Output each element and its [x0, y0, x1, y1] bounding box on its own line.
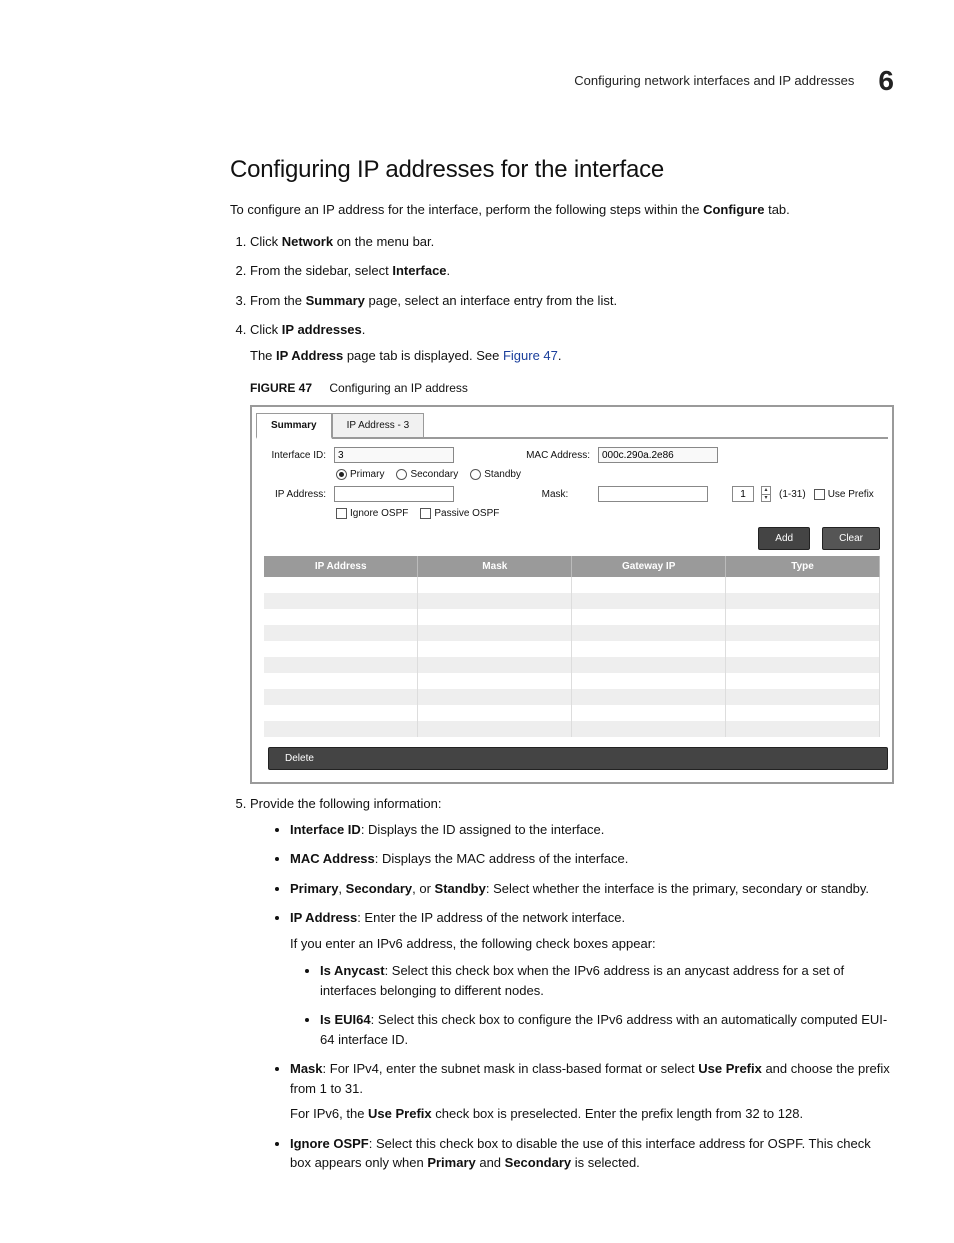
- header-text: Configuring network interfaces and IP ad…: [574, 71, 854, 91]
- table-row[interactable]: [264, 673, 880, 689]
- mac-address-field[interactable]: [598, 447, 718, 463]
- step-1: Click Network on the menu bar.: [250, 232, 894, 252]
- passive-ospf-checkbox[interactable]: Passive OSPF: [420, 506, 499, 521]
- bullet-is-anycast: Is Anycast: Select this check box when t…: [320, 961, 894, 1000]
- figure-47: Summary IP Address - 3 Interface ID: MAC…: [250, 405, 894, 784]
- bullet-interface-id: Interface ID: Displays the ID assigned t…: [290, 820, 894, 840]
- chapter-number: 6: [878, 60, 894, 102]
- figure-caption: FIGURE 47 Configuring an IP address: [250, 379, 894, 397]
- tab-ip-address[interactable]: IP Address - 3: [332, 413, 425, 437]
- step-3: From the Summary page, select an interfa…: [250, 291, 894, 311]
- col-mask: Mask: [418, 556, 572, 577]
- ignore-ospf-checkbox[interactable]: Ignore OSPF: [336, 506, 408, 521]
- table-row[interactable]: [264, 577, 880, 593]
- step-4: Click IP addresses. The IP Address page …: [250, 320, 894, 784]
- clear-button[interactable]: Clear: [822, 527, 880, 550]
- prefix-spinner-value[interactable]: [732, 486, 754, 502]
- label-ip-address: IP Address:: [266, 487, 326, 502]
- delete-button[interactable]: Delete: [268, 747, 888, 770]
- mask-field[interactable]: [598, 486, 708, 502]
- radio-secondary[interactable]: Secondary: [396, 467, 458, 482]
- add-button[interactable]: Add: [758, 527, 810, 550]
- radio-primary[interactable]: Primary: [336, 467, 384, 482]
- info-bullets: Interface ID: Displays the ID assigned t…: [250, 820, 894, 1173]
- col-gateway: Gateway IP: [572, 556, 726, 577]
- col-ip: IP Address: [264, 556, 418, 577]
- table-row[interactable]: [264, 657, 880, 673]
- label-mac-address: MAC Address:: [520, 448, 590, 463]
- radio-standby[interactable]: Standby: [470, 467, 521, 482]
- table-row[interactable]: [264, 593, 880, 609]
- table-row[interactable]: [264, 705, 880, 721]
- step-2: From the sidebar, select Interface.: [250, 261, 894, 281]
- table-row[interactable]: [264, 689, 880, 705]
- bullet-ip-address: IP Address: Enter the IP address of the …: [290, 908, 894, 1049]
- tab-summary[interactable]: Summary: [256, 413, 332, 439]
- interface-id-field[interactable]: [334, 447, 454, 463]
- bullet-mac-address: MAC Address: Displays the MAC address of…: [290, 849, 894, 869]
- bullet-mask: Mask: For IPv4, enter the subnet mask in…: [290, 1059, 894, 1124]
- prefix-spinner[interactable]: ▴▾: [761, 486, 771, 502]
- table-row[interactable]: [264, 625, 880, 641]
- bullet-is-eui64: Is EUI64: Select this check box to confi…: [320, 1010, 894, 1049]
- ip-table: IP Address Mask Gateway IP Type: [264, 556, 880, 737]
- table-row[interactable]: [264, 721, 880, 737]
- running-header: Configuring network interfaces and IP ad…: [60, 60, 894, 102]
- bullet-primary-secondary-standby: Primary, Secondary, or Standby: Select w…: [290, 879, 894, 899]
- step-5: Provide the following information: Inter…: [250, 794, 894, 1173]
- use-prefix-checkbox[interactable]: Use Prefix: [814, 487, 874, 502]
- col-type: Type: [726, 556, 880, 577]
- prefix-range: (1-31): [779, 487, 806, 502]
- steps-list: Click Network on the menu bar. From the …: [230, 232, 894, 1173]
- ip-address-field[interactable]: [334, 486, 454, 502]
- table-row[interactable]: [264, 641, 880, 657]
- table-row[interactable]: [264, 609, 880, 625]
- section-title: Configuring IP addresses for the interfa…: [230, 152, 894, 188]
- figure-link[interactable]: Figure 47: [503, 348, 558, 363]
- bullet-ignore-ospf: Ignore OSPF: Select this check box to di…: [290, 1134, 894, 1173]
- type-radioset: Primary Secondary Standby: [336, 467, 521, 482]
- intro-paragraph: To configure an IP address for the inter…: [230, 200, 894, 220]
- tab-bar: Summary IP Address - 3: [256, 411, 888, 439]
- label-mask: Mask:: [520, 487, 590, 502]
- label-interface-id: Interface ID:: [266, 448, 326, 463]
